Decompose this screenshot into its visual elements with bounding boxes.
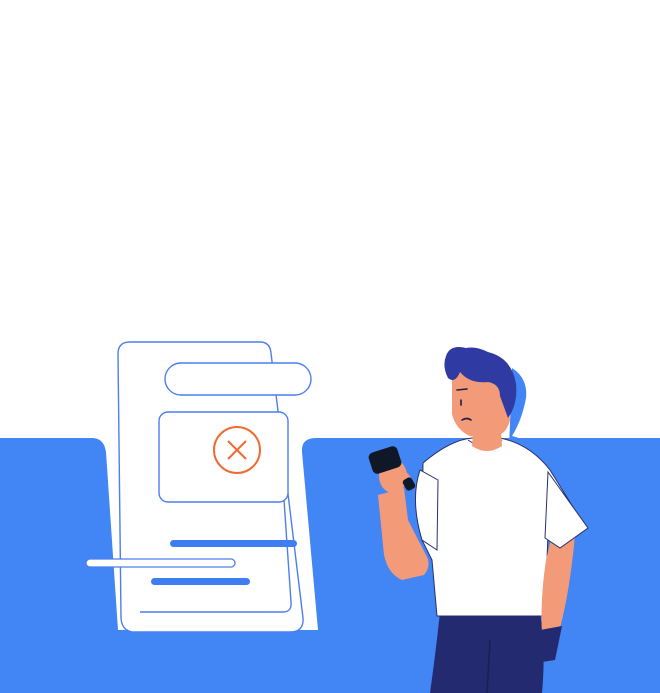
eyebrow [456,388,468,391]
content-bar-2 [85,558,236,568]
pants [430,612,544,693]
error-card [158,411,289,503]
illustration-canvas [0,341,660,693]
content-bar-3 [151,578,250,585]
error-illustration [0,0,660,693]
header-pill [164,362,312,396]
content-bar-1 [170,540,297,547]
